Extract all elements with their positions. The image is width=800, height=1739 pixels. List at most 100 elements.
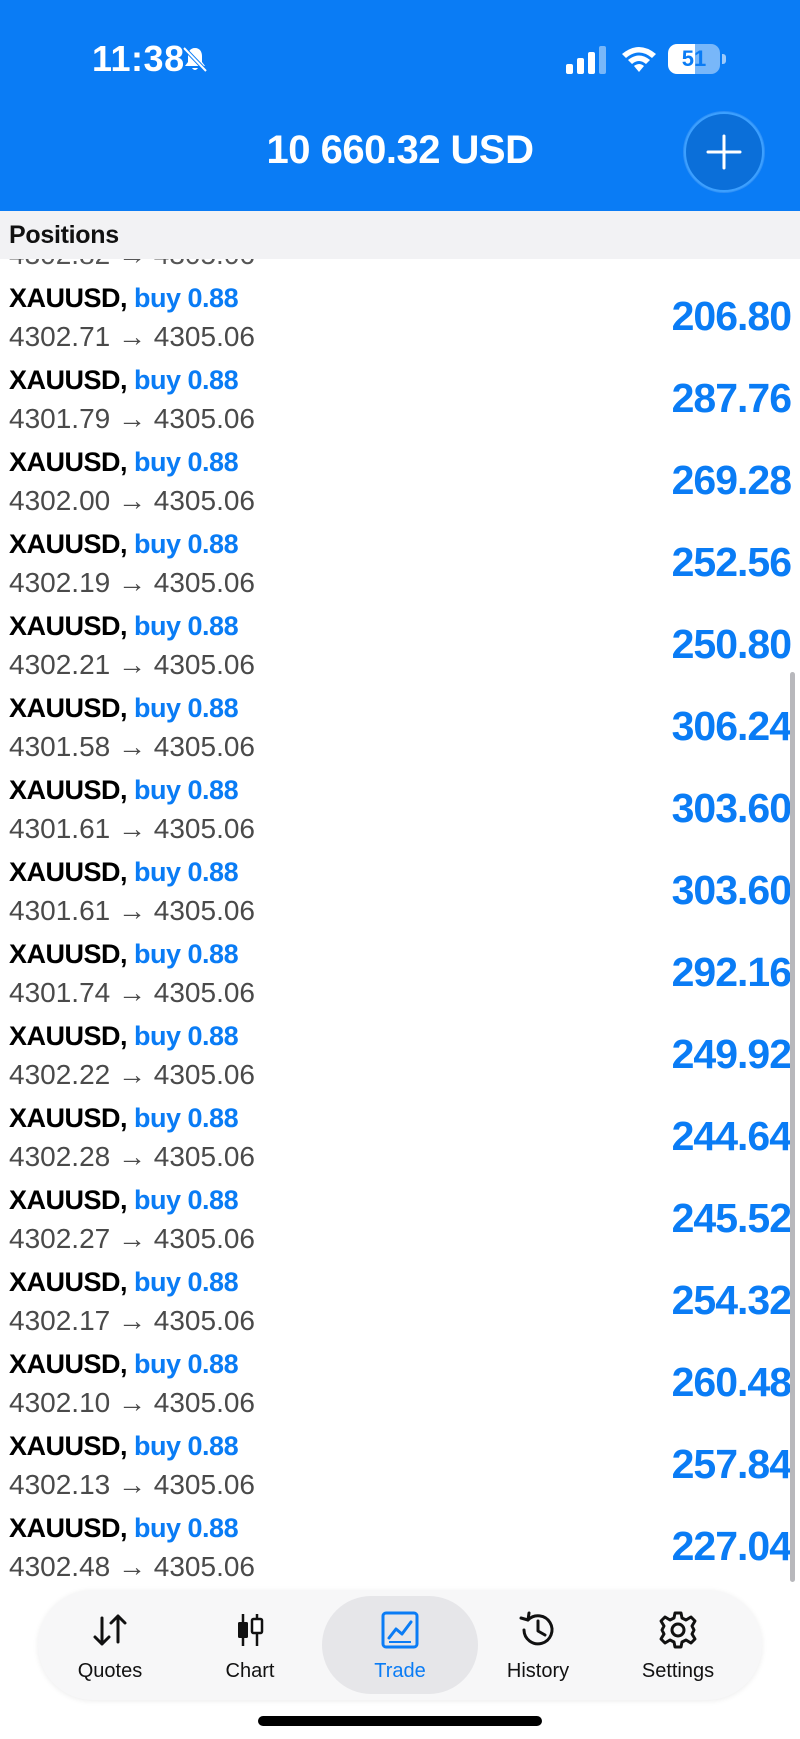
position-row[interactable]: XAUUSD, buy 0.88 4302.71 → 4305.06 206.80 (0, 281, 800, 363)
position-row[interactable]: XAUUSD, buy 0.88 4302.17 → 4305.06 254.32 (0, 1265, 800, 1347)
open-price: 4302.21 (9, 649, 111, 680)
position-row[interactable]: XAUUSD, buy 0.88 4301.74 → 4305.06 292.16 (0, 937, 800, 1019)
quotes-arrows-icon (93, 1614, 127, 1646)
tab-label: Chart (225, 1660, 275, 1682)
current-price: 4305.06 (153, 895, 255, 926)
open-price: 4302.13 (9, 1469, 111, 1500)
open-price: 4302.48 (9, 1551, 111, 1582)
position-prices: 4301.79 → 4305.06 (9, 403, 255, 435)
position-title: XAUUSD, buy 0.88 (9, 1513, 239, 1544)
position-symbol: XAUUSD, (9, 529, 128, 559)
position-title: XAUUSD, buy 0.88 (9, 1185, 239, 1216)
right-arrow-icon: → (110, 1387, 154, 1418)
position-row[interactable]: XAUUSD, buy 0.88 4302.13 → 4305.06 257.84 (0, 1429, 800, 1511)
positions-list[interactable]: 4302.82 → 4305.06 XAUUSD, buy 0.88 4302.7… (0, 259, 800, 1582)
position-side: buy 0.88 (134, 1513, 239, 1543)
open-price: 4301.61 (9, 895, 111, 926)
position-side: buy 0.88 (134, 365, 239, 395)
position-row[interactable]: XAUUSD, buy 0.88 4302.22 → 4305.06 249.92 (0, 1019, 800, 1101)
position-profit: 269.28 (671, 457, 792, 503)
position-symbol: XAUUSD, (9, 365, 128, 395)
position-profit: 306.24 (671, 703, 792, 749)
current-price: 4305.06 (153, 567, 255, 598)
tab-settings[interactable]: Settings (608, 1590, 748, 1700)
open-price: 4301.74 (9, 977, 111, 1008)
tab-label: History (506, 1660, 570, 1682)
position-side: buy 0.88 (134, 447, 239, 477)
position-row[interactable]: XAUUSD, buy 0.88 4302.00 → 4305.06 269.28 (0, 445, 800, 527)
position-side: buy 0.88 (134, 1021, 239, 1051)
position-symbol: XAUUSD, (9, 1185, 128, 1215)
position-row[interactable]: XAUUSD, buy 0.88 4302.48 → 4305.06 227.04 (0, 1511, 800, 1582)
position-prices: 4302.19 → 4305.06 (9, 567, 255, 599)
position-row[interactable]: XAUUSD, buy 0.88 4302.27 → 4305.06 245.52 (0, 1183, 800, 1265)
right-arrow-icon: → (110, 1223, 154, 1254)
add-order-button[interactable] (684, 112, 764, 192)
current-price: 4305.06 (153, 1551, 255, 1582)
right-arrow-icon: → (110, 731, 154, 762)
position-prices: 4302.17 → 4305.06 (9, 1305, 255, 1337)
tab-quotes[interactable]: Quotes (40, 1590, 180, 1700)
open-price: 4302.22 (9, 1059, 111, 1090)
position-title: XAUUSD, buy 0.88 (9, 775, 239, 806)
position-row[interactable]: XAUUSD, buy 0.88 4301.58 → 4305.06 306.24 (0, 691, 800, 773)
tab-label: Trade (374, 1660, 426, 1682)
wifi-icon (620, 44, 658, 74)
scroll-indicator[interactable] (790, 672, 795, 1582)
position-side: buy 0.88 (134, 857, 239, 887)
status-time: 11:38 (92, 38, 185, 79)
position-side: buy 0.88 (134, 939, 239, 969)
right-arrow-icon: → (110, 321, 154, 352)
position-profit: 252.56 (671, 539, 792, 585)
position-symbol: XAUUSD, (9, 939, 128, 969)
position-symbol: XAUUSD, (9, 1267, 128, 1297)
position-side: buy 0.88 (134, 1431, 239, 1461)
position-prices: 4301.74 → 4305.06 (9, 977, 255, 1009)
position-side: buy 0.88 (134, 1103, 239, 1133)
history-clock-icon (519, 1611, 554, 1646)
right-arrow-icon: → (110, 485, 154, 516)
right-arrow-icon: → (110, 977, 154, 1008)
position-profit: 303.60 (671, 867, 792, 913)
position-side: buy 0.88 (134, 611, 239, 641)
position-profit: 303.60 (671, 785, 792, 831)
tab-chart[interactable]: Chart (180, 1590, 320, 1700)
position-symbol: XAUUSD, (9, 1431, 128, 1461)
position-symbol: XAUUSD, (9, 857, 128, 887)
account-balance: 10 660.32 USD (266, 128, 534, 172)
position-row[interactable]: XAUUSD, buy 0.88 4301.61 → 4305.06 303.60 (0, 773, 800, 855)
current-price: 4305.06 (153, 1387, 255, 1418)
position-profit: 250.80 (671, 621, 792, 667)
position-title: XAUUSD, buy 0.88 (9, 1349, 239, 1380)
position-row[interactable]: XAUUSD, buy 0.88 4301.79 → 4305.06 287.76 (0, 363, 800, 445)
current-price: 4305.06 (153, 321, 255, 352)
position-title: XAUUSD, buy 0.88 (9, 693, 239, 724)
position-profit: 254.32 (671, 1277, 792, 1323)
current-price: 4305.06 (153, 1223, 255, 1254)
tab-trade[interactable]: Trade (322, 1590, 478, 1700)
position-row[interactable]: XAUUSD, buy 0.88 4301.61 → 4305.06 303.60 (0, 855, 800, 937)
position-row[interactable]: XAUUSD, buy 0.88 4302.19 → 4305.06 252.56 (0, 527, 800, 609)
position-profit: 249.92 (671, 1031, 792, 1077)
position-row[interactable]: XAUUSD, buy 0.88 4302.28 → 4305.06 244.64 (0, 1101, 800, 1183)
position-title: XAUUSD, buy 0.88 (9, 1021, 239, 1052)
open-price: 4301.61 (9, 813, 111, 844)
open-price: 4301.58 (9, 731, 111, 762)
position-prices: 4302.13 → 4305.06 (9, 1469, 255, 1501)
right-arrow-icon: → (110, 1469, 154, 1500)
right-arrow-icon: → (110, 403, 154, 434)
right-arrow-icon: → (110, 813, 154, 844)
tab-history[interactable]: History (468, 1590, 608, 1700)
tab-label: Settings (641, 1660, 715, 1682)
partial-position-row[interactable]: 4302.82 → 4305.06 (9, 259, 255, 271)
position-symbol: XAUUSD, (9, 1513, 128, 1543)
position-profit: 260.48 (671, 1359, 792, 1405)
position-side: buy 0.88 (134, 693, 239, 723)
position-symbol: XAUUSD, (9, 1103, 128, 1133)
position-row[interactable]: XAUUSD, buy 0.88 4302.21 → 4305.06 250.80 (0, 609, 800, 691)
position-prices: 4301.61 → 4305.06 (9, 813, 255, 845)
position-symbol: XAUUSD, (9, 693, 128, 723)
position-side: buy 0.88 (134, 283, 239, 313)
position-row[interactable]: XAUUSD, buy 0.88 4302.10 → 4305.06 260.48 (0, 1347, 800, 1429)
position-side: buy 0.88 (134, 1185, 239, 1215)
